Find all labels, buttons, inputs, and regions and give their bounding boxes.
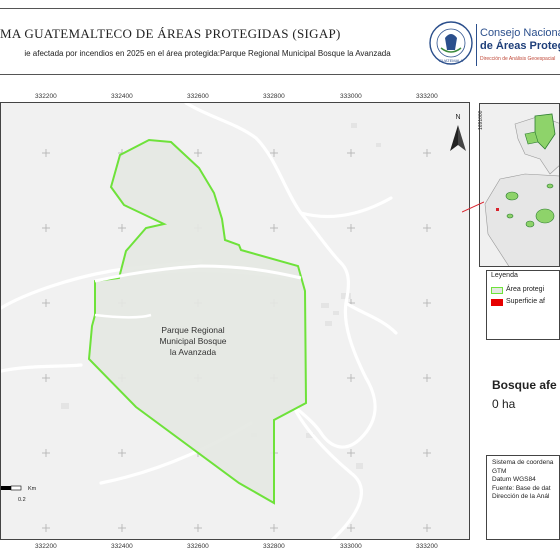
x-tick-top: 333000 (340, 93, 362, 100)
scale-unit: Km (28, 486, 37, 492)
location-marker-icon (496, 208, 499, 211)
inset-y-tick: 1691000 (478, 110, 484, 130)
north-arrow-icon: N (450, 114, 466, 151)
area-label-line: la Avanzada (170, 347, 216, 357)
logo-line-3: Dirección de Análisis Geoespacial (480, 56, 556, 62)
info-line: Fuente: Base de dat (492, 484, 551, 492)
inset-canvas (480, 104, 559, 266)
scale-bar: Km 0.2 (1, 485, 37, 503)
main-map[interactable]: Parque Regional Municipal Bosque la Avan… (0, 102, 470, 540)
affected-area-title: Bosque afe (492, 378, 557, 392)
info-line: Sistema de coordena (492, 459, 554, 466)
map-subtitle: ie afectada por incendios en 2025 en el … (24, 49, 391, 58)
x-tick-top: 332400 (111, 93, 133, 100)
header-bottom-rule (0, 74, 560, 75)
info-line: Dirección de la Anál (492, 493, 550, 501)
map-canvas: Parque Regional Municipal Bosque la Avan… (1, 103, 466, 539)
map-title: MA GUATEMALTECO DE ÁREAS PROTEGIDAS (SIG… (0, 26, 341, 41)
legend-title: Leyenda (491, 272, 518, 279)
header-top-rule (0, 8, 560, 9)
legend-swatch-affected (491, 299, 503, 306)
logo-line-1: Consejo Nacional (480, 27, 560, 39)
scale-value: 0.2 (18, 497, 26, 503)
info-box: Sistema de coordena GTM Datum WGS84 Fuen… (486, 455, 560, 540)
conap-logo-text: Consejo Nacional de Áreas Protegi Direcc… (480, 27, 560, 66)
x-tick-bottom: 332800 (263, 543, 285, 550)
x-tick-bottom: 332600 (187, 543, 209, 550)
logo-divider (476, 24, 477, 66)
protected-area-polygon[interactable] (87, 138, 308, 505)
inset-pointer (462, 201, 484, 213)
x-tick-top: 332600 (187, 93, 209, 100)
seal-text: GUATEMALA (439, 58, 464, 63)
legend-label-protected-area: Área protegi (506, 286, 545, 293)
area-label-line: Municipal Bosque (159, 336, 226, 346)
info-line: GTM (492, 467, 507, 475)
legend-label-affected: Superficie af (506, 298, 545, 305)
north-label: N (455, 114, 460, 121)
legend-swatch-protected-area (491, 287, 503, 294)
x-tick-top: 333200 (416, 93, 438, 100)
x-tick-top: 332200 (35, 93, 57, 100)
inset-locator-map[interactable] (479, 103, 560, 267)
area-label-line: Parque Regional (161, 325, 224, 335)
x-tick-bottom: 332400 (111, 543, 133, 550)
logo-line-2: de Áreas Protegi (480, 40, 560, 52)
affected-area-value: 0 ha (492, 397, 516, 411)
x-tick-bottom: 332200 (35, 543, 57, 550)
x-tick-top: 332800 (263, 93, 285, 100)
x-tick-bottom: 333000 (340, 543, 362, 550)
conap-seal-icon: GUATEMALA (429, 21, 473, 65)
x-tick-bottom: 333200 (416, 543, 438, 550)
info-line: Datum WGS84 (492, 476, 536, 484)
